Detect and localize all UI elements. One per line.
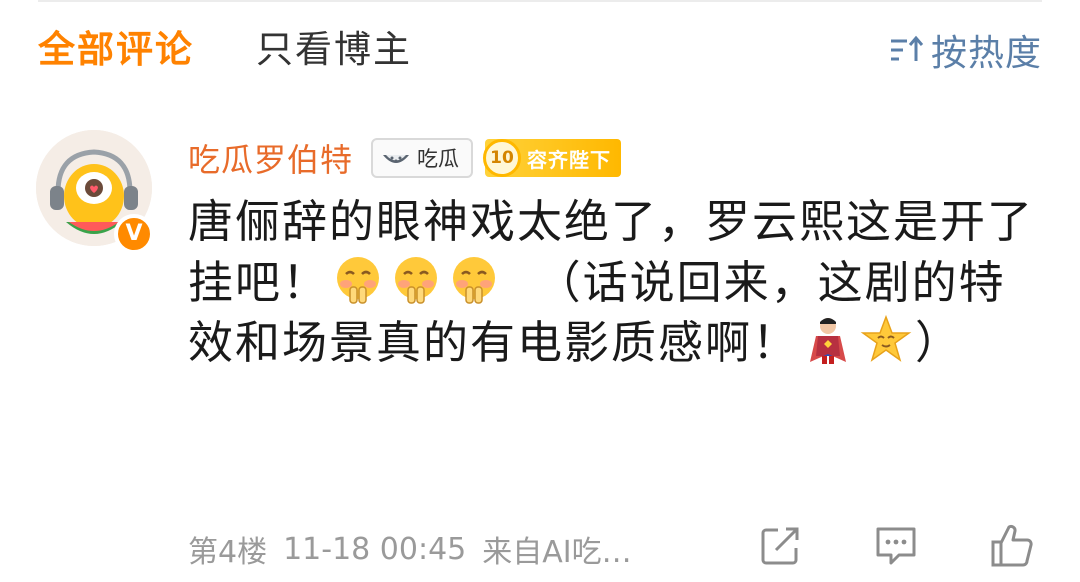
fan-group-badge[interactable]: 吃瓜 (371, 138, 474, 178)
username[interactable]: 吃瓜罗伯特 (188, 135, 353, 181)
comment-tab-bar: 全部评论 只看博主 按热度 (38, 18, 1042, 82)
fan-level-badge[interactable]: 10 容齐陛下 (483, 139, 622, 177)
like-button[interactable] (988, 524, 1036, 572)
floor-number: 第4楼 (188, 535, 268, 570)
top-divider (38, 0, 1042, 2)
sort-icon (889, 35, 925, 65)
like-icon (989, 523, 1035, 573)
comment-text: 唐俪辞的眼神戏太绝了，罗云熙这是开了挂吧！ （话说回来，这剧的特效和场景真的有电… (188, 192, 1038, 374)
sort-label: 按热度 (930, 33, 1042, 74)
fan-badge-label: 吃瓜 (417, 147, 460, 171)
verified-badge: V (114, 214, 154, 254)
melon-icon (381, 147, 411, 169)
comment-timestamp: 11-18 00:45 (283, 531, 467, 567)
comment-source: 来自AI吃… (482, 535, 632, 570)
repost-button[interactable] (756, 524, 804, 572)
tab-author-only[interactable]: 只看博主 (256, 18, 412, 82)
avatar[interactable]: V (36, 130, 154, 254)
comment-item: V 吃瓜罗伯特 吃瓜 10 容齐陛下 唐俪辞的眼神戏太绝了，罗云熙这是开了挂吧！ (36, 120, 1046, 582)
repost-icon (758, 524, 802, 572)
star-face-emoji (860, 314, 912, 366)
comment-icon (873, 524, 919, 572)
sort-by-hot-button[interactable]: 按热度 (889, 18, 1042, 82)
pleading-hands-emoji (448, 254, 500, 306)
comment-meta: 第4楼 11-18 00:45 来自AI吃… (188, 526, 648, 572)
comment-text-part3: ） (915, 316, 963, 369)
pleading-hands-emoji (332, 254, 384, 306)
user-info-row: 吃瓜罗伯特 吃瓜 10 容齐陛下 (188, 134, 622, 182)
superman-emoji (802, 314, 854, 366)
level-title: 容齐陛下 (527, 147, 612, 172)
comment-actions (756, 520, 1036, 576)
tab-all-comments[interactable]: 全部评论 (38, 18, 194, 82)
level-number: 10 (483, 139, 522, 177)
pleading-hands-emoji (390, 254, 442, 306)
comment-button[interactable] (872, 524, 920, 572)
